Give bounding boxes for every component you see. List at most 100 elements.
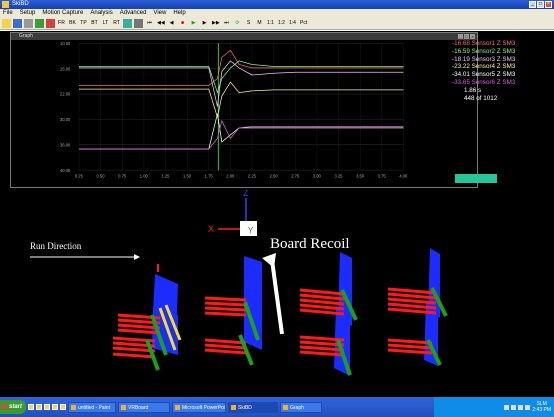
print-icon[interactable] (24, 19, 33, 28)
view-front-button[interactable]: FR (57, 19, 66, 28)
speed-1-4-button[interactable]: 1:4 (288, 19, 297, 28)
x-tick-label: 0.75 (118, 174, 127, 179)
menu-motion-capture[interactable]: Motion Capture (42, 9, 83, 18)
loop-icon[interactable]: ⟳ (233, 19, 242, 28)
capture-icon[interactable] (35, 19, 44, 28)
start-button[interactable]: start (0, 400, 26, 414)
view-right-button[interactable]: RT (112, 19, 121, 28)
quicklaunch-media-icon[interactable] (44, 404, 50, 410)
step-forward-icon[interactable]: ▶ (200, 19, 209, 28)
graph-progress-bar[interactable] (455, 174, 497, 183)
percent-button[interactable]: Pct (299, 19, 308, 28)
x-tick-label: 0.50 (97, 174, 106, 179)
first-frame-icon[interactable]: ⏮ (145, 19, 154, 28)
taskbar-item-vrboard[interactable]: VRBoard (118, 401, 170, 413)
view-bottom-button[interactable]: BT (90, 19, 99, 28)
tray-network-icon[interactable] (504, 404, 510, 410)
sensor-graph: 10.00 15.00 22.00 30.00 36.00 40.00 0.25 0.50 0.… (60, 41, 408, 179)
axis-y-label: Y (248, 226, 254, 235)
quicklaunch-desktop-icon[interactable] (36, 404, 42, 410)
graph-legend: -16.68 Sensor1 Z SM3 -16.59 Sensor2 Z SM… (452, 40, 532, 102)
graph-maximize-button[interactable]: □ (464, 34, 469, 39)
menu-analysis[interactable]: Analysis (90, 9, 112, 18)
run-direction-arrowhead (134, 254, 140, 260)
rotate-icon[interactable] (123, 19, 132, 28)
y-tick-label: 30.00 (60, 117, 71, 122)
legend-sensor5: -34.01 Sensor5 Z SM3 (452, 71, 516, 79)
series-line-sensor4 (79, 81, 404, 118)
x-tick-label: 1.75 (205, 174, 214, 179)
menu-view[interactable]: View (153, 9, 166, 18)
minimize-button[interactable]: _ (529, 1, 536, 8)
menu-advanced[interactable]: Advanced (120, 9, 147, 18)
x-tick-label: 3.00 (313, 174, 322, 179)
app-icon (2, 1, 9, 8)
speed-m-button[interactable]: M (255, 19, 264, 28)
view-left-button[interactable]: LT (101, 19, 110, 28)
quicklaunch-ie-icon[interactable] (28, 404, 34, 410)
zoom-icon[interactable] (134, 19, 143, 28)
tray-update-icon[interactable] (525, 404, 531, 410)
series-line-sensor5 (79, 113, 404, 150)
play-icon[interactable]: ▶ (189, 19, 198, 28)
rewind-icon[interactable]: ◀◀ (156, 19, 165, 28)
taskbar-item-skibd[interactable]: SkiBD (228, 401, 278, 413)
x-tick-label: 2.25 (248, 174, 257, 179)
y-tick-label: 15.00 (60, 66, 71, 71)
ski-model-2 (204, 256, 262, 366)
application-window: SkiBD _ □ × File Setup Motion Capture An… (0, 0, 554, 417)
x-tick-label: 0.25 (75, 174, 84, 179)
ski-model-1 (112, 264, 182, 371)
x-tick-label: 3.25 (334, 174, 343, 179)
graph-minimize-button[interactable]: _ (458, 34, 463, 39)
stop-icon[interactable]: ■ (178, 19, 187, 28)
quicklaunch-folder-icon[interactable] (52, 404, 58, 410)
x-tick-label: 3.75 (378, 174, 387, 179)
board-recoil-label: Board Recoil (270, 236, 350, 252)
x-tick-label: 1.25 (161, 174, 170, 179)
maximize-button[interactable]: □ (537, 1, 544, 8)
x-tick-label: 2.75 (291, 174, 300, 179)
speed-1-1-button[interactable]: 1:1 (266, 19, 275, 28)
board-recoil-arrow (270, 259, 284, 335)
speed-1-2-button[interactable]: 1:2 (277, 19, 286, 28)
last-frame-icon[interactable]: ⏭ (222, 19, 231, 28)
x-tick-label: 2.50 (270, 174, 279, 179)
3d-scene-view[interactable]: Z X Y Run Direction Board Recoil (0, 190, 554, 397)
view-top-button[interactable]: TP (79, 19, 88, 28)
fast-forward-icon[interactable]: ▶▶ (211, 19, 220, 28)
frame-counter: 448 of 1012 (464, 94, 498, 102)
quicklaunch-mail-icon[interactable] (60, 404, 66, 410)
axis-z-label: Z (243, 190, 249, 198)
close-button[interactable]: × (545, 1, 552, 8)
step-back-icon[interactable]: ◀ (167, 19, 176, 28)
save-icon[interactable] (13, 19, 22, 28)
board-recoil-arrowhead (262, 253, 276, 268)
menu-file[interactable]: File (3, 9, 13, 18)
legend-sensor3: -18.19 Sensor3 Z SM3 (452, 55, 516, 63)
marker-icon[interactable] (46, 19, 55, 28)
graph-close-button[interactable]: × (470, 34, 475, 39)
tray-volume-icon[interactable] (511, 404, 517, 410)
menu-setup[interactable]: Setup (20, 9, 36, 18)
title-bar: SkiBD _ □ × (0, 0, 554, 9)
clock[interactable]: 2:43 PM (532, 407, 551, 413)
y-tick-label: 40.00 (60, 168, 71, 173)
open-icon[interactable] (2, 19, 11, 28)
window-title: SkiBD (12, 1, 29, 7)
x-tick-label: 1.50 (183, 174, 192, 179)
taskbar-item-paint[interactable]: untitled - Paint (68, 401, 116, 413)
taskbar-item-powerpoint[interactable]: Microsoft PowerPoi... (172, 401, 226, 413)
y-tick-label: 22.00 (60, 92, 71, 97)
y-tick-label: 10.00 (60, 41, 71, 46)
menu-help[interactable]: Help (173, 9, 185, 18)
speed-s-button[interactable]: S (244, 19, 253, 28)
taskbar: start untitled - Paint VRBoard Microsoft… (0, 397, 554, 417)
view-back-button[interactable]: BK (68, 19, 77, 28)
legend-sensor2: -16.59 Sensor2 Z SM3 (452, 47, 516, 55)
run-direction-label: Run Direction (30, 241, 82, 251)
taskbar-item-graph[interactable]: Graph (280, 401, 322, 413)
tray-antivirus-icon[interactable] (518, 404, 524, 410)
x-tick-label: 1.00 (140, 174, 149, 179)
x-tick-label: 2.00 (226, 174, 235, 179)
